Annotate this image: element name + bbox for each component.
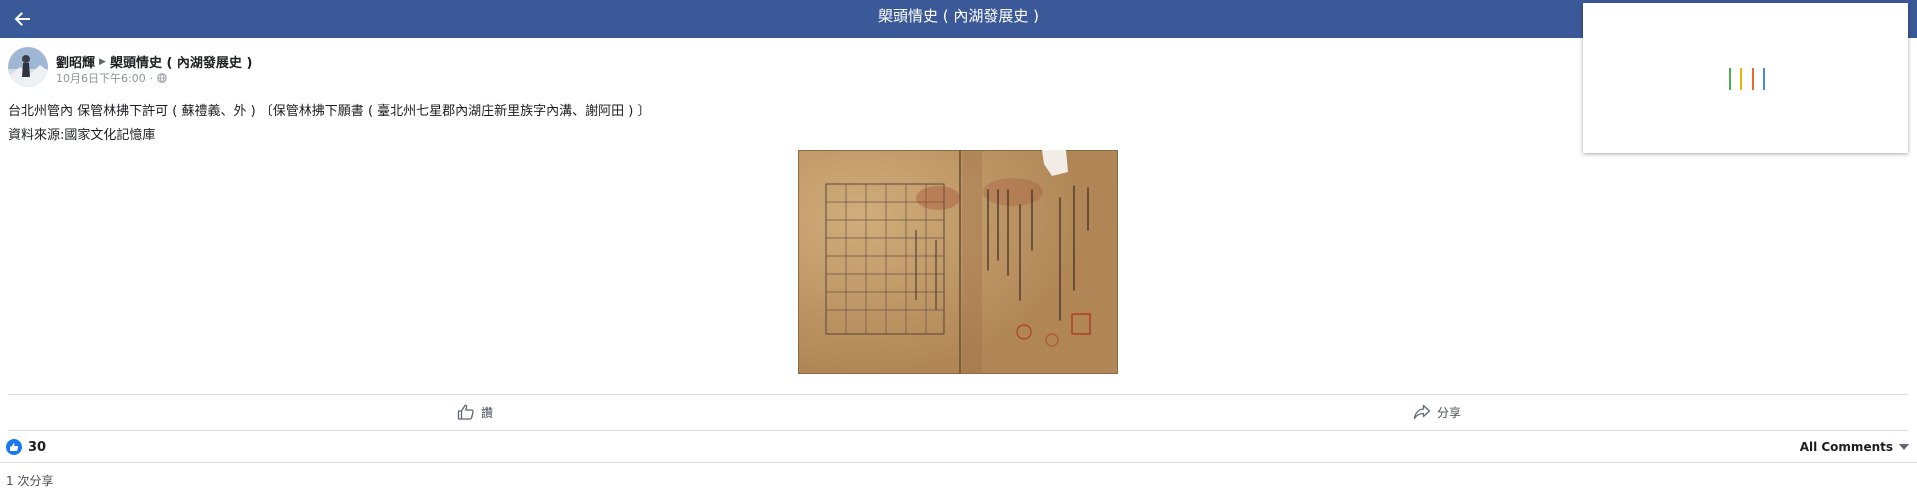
- divider: [0, 462, 1917, 463]
- share-label: 分享: [1437, 405, 1462, 420]
- caret-down-icon: [1899, 444, 1909, 450]
- post-text-line: 台北州管內 保管林拂下許可 ( 蘇禮義、外 ) 〔保管林拂下願書 ( 臺北州七星…: [8, 104, 651, 119]
- author-name[interactable]: 劉昭輝: [56, 52, 95, 71]
- post-timestamp[interactable]: 10月6日下午6:00: [56, 70, 146, 86]
- loading-spinner: [1729, 66, 1765, 92]
- post-author-line: 劉昭輝 ▶ 㮾頭情史 ( 內湖發展史 ): [56, 52, 252, 71]
- like-button[interactable]: 讚: [457, 400, 493, 424]
- loader-bar: [1729, 68, 1731, 90]
- loader-bar: [1762, 68, 1765, 90]
- loader-bar: [1751, 68, 1754, 90]
- comments-filter-dropdown[interactable]: All Comments: [1800, 440, 1909, 454]
- avatar[interactable]: [8, 47, 48, 87]
- globe-icon: [157, 73, 167, 83]
- avatar-image: [8, 47, 48, 87]
- divider: [8, 430, 1908, 431]
- reaction-count: 30: [28, 439, 47, 455]
- divider: [8, 394, 1908, 395]
- meta-separator: ·: [149, 71, 154, 85]
- post-meta: 10月6日下午6:00 ·: [56, 70, 167, 86]
- post-body: 台北州管內 保管林拂下許可 ( 蘇禮義、外 ) 〔保管林拂下願書 ( 臺北州七星…: [8, 100, 650, 148]
- post-source-line: 資料來源:國家文化記憶庫: [8, 128, 156, 143]
- share-count[interactable]: 1 次分享: [6, 472, 53, 489]
- share-button[interactable]: 分享: [1413, 400, 1461, 424]
- loader-bar: [1740, 68, 1743, 90]
- post-image[interactable]: [797, 149, 1119, 375]
- like-reaction-icon: [6, 439, 22, 455]
- comments-filter-label: All Comments: [1799, 440, 1893, 454]
- share-arrow-icon: [1413, 404, 1431, 420]
- loading-popup: [1583, 3, 1908, 153]
- scanned-document-image: [797, 149, 1119, 375]
- group-name[interactable]: 㮾頭情史 ( 內湖發展史 ): [110, 52, 252, 71]
- triangle-right-icon: ▶: [99, 56, 106, 67]
- thumbs-up-icon: [457, 404, 474, 420]
- reactions-summary[interactable]: 30: [6, 439, 46, 455]
- like-label: 讚: [481, 405, 494, 420]
